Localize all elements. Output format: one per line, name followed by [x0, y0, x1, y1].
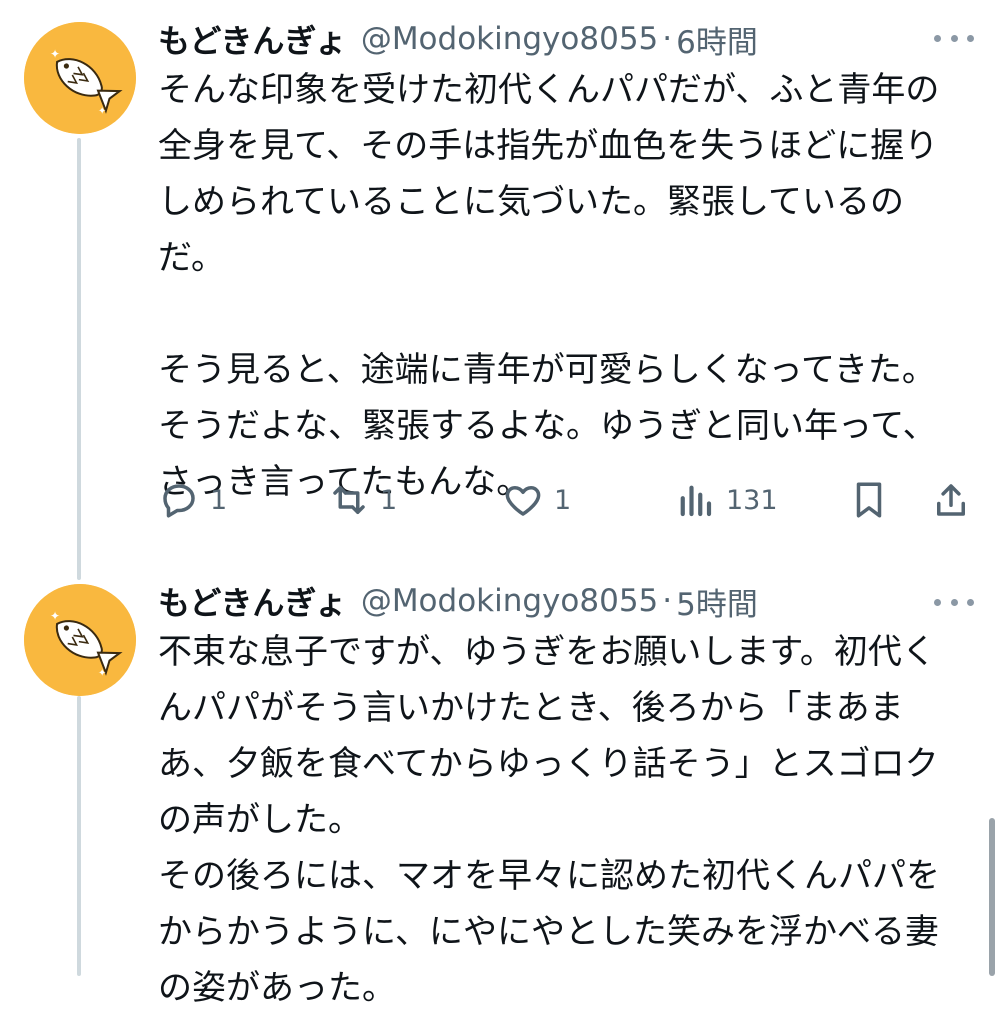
bookmark-icon — [856, 482, 882, 518]
display-name[interactable]: もどきんぎょ — [158, 16, 347, 62]
svg-text:✦: ✦ — [98, 106, 106, 117]
goldfish-avatar-icon: ✦ ✦ — [24, 22, 136, 134]
more-icon[interactable] — [934, 28, 974, 48]
svg-text:✦: ✦ — [98, 668, 106, 679]
tweet-paragraph: 不束な息子ですが、ゆうぎをお願いします。初代くんパパがそう言いかけたとき、後ろか… — [158, 632, 939, 840]
tweet-1[interactable]: ✦ ✦ もどきんぎょ @Modokingyo8055 · 6時間 そんな印象を受… — [0, 0, 1000, 580]
tweet-2[interactable]: ✦ ✦ もどきんぎょ @Modokingyo8055 · 5時間 不束な息子です… — [0, 580, 1000, 1008]
goldfish-avatar-icon: ✦ ✦ — [24, 584, 136, 696]
tweet-paragraph: その後ろには、マオを早々に認めた初代くんパパをからかうように、にやにやとした笑み… — [158, 856, 940, 1008]
share-icon — [937, 484, 965, 516]
display-name[interactable]: もどきんぎょ — [158, 578, 347, 624]
avatar[interactable]: ✦ ✦ — [24, 584, 136, 696]
tweet-text: 不束な息子ですが、ゆうぎをお願いします。初代くんパパがそう言いかけたとき、後ろか… — [158, 624, 958, 1016]
tweet-header: もどきんぎょ @Modokingyo8055 · 6時間 — [158, 14, 758, 64]
tweet-text: そんな印象を受けた初代くんパパだが、ふと青年の全身を見て、その手は指先が血色を失… — [158, 62, 958, 510]
avatar[interactable]: ✦ ✦ — [24, 22, 136, 134]
more-icon[interactable] — [934, 592, 974, 612]
svg-text:✦: ✦ — [50, 609, 60, 623]
svg-text:✦: ✦ — [50, 47, 60, 61]
reply-icon — [163, 484, 195, 518]
bookmark-button[interactable] — [848, 474, 890, 526]
scrollbar[interactable] — [989, 818, 995, 976]
reply-button[interactable]: 1 — [158, 474, 227, 526]
user-handle[interactable]: @Modokingyo8055 — [361, 583, 658, 619]
tweet-header: もどきんぎょ @Modokingyo8055 · 5時間 — [158, 576, 758, 626]
timestamp[interactable]: 5時間 — [676, 579, 758, 624]
separator-dot: · — [662, 21, 673, 57]
like-button[interactable]: 1 — [502, 474, 571, 526]
view-count: 131 — [726, 484, 778, 516]
separator-dot: · — [662, 583, 673, 619]
user-handle[interactable]: @Modokingyo8055 — [361, 21, 658, 57]
retweet-count: 1 — [380, 484, 398, 516]
views-button[interactable]: 131 — [674, 474, 778, 526]
share-button[interactable] — [930, 474, 972, 526]
thread-line — [77, 696, 81, 976]
retweet-button[interactable]: 1 — [328, 474, 397, 526]
views-icon — [680, 485, 712, 517]
tweet-paragraph: そんな印象を受けた初代くんパパだが、ふと青年の全身を見て、その手は指先が血色を失… — [158, 70, 940, 278]
heart-icon — [505, 486, 541, 516]
thread-line — [77, 138, 81, 580]
action-bar: 1 1 1 131 — [158, 474, 978, 526]
retweet-icon — [333, 486, 365, 514]
like-count: 1 — [554, 484, 572, 516]
timestamp[interactable]: 6時間 — [676, 17, 758, 62]
reply-count: 1 — [210, 484, 228, 516]
